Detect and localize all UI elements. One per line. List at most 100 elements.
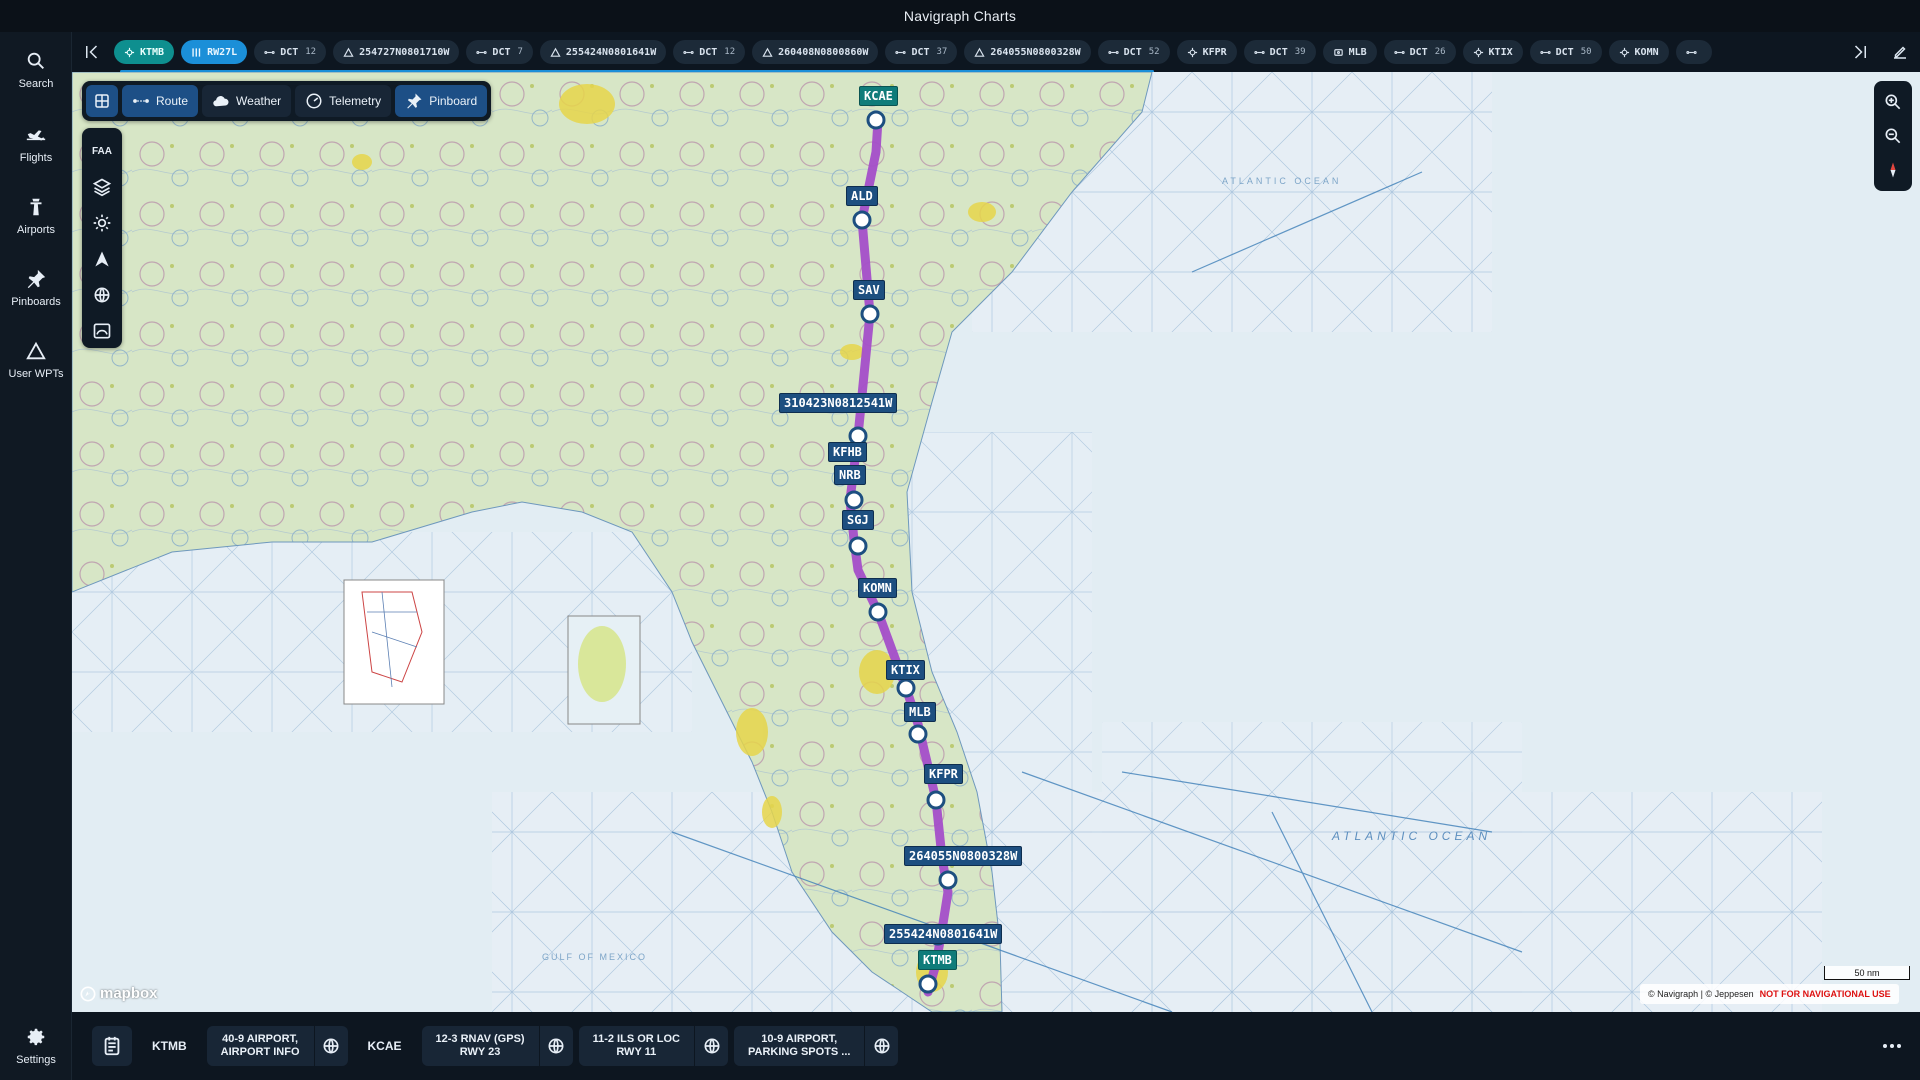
- map-layer-tools: FAA: [82, 128, 122, 348]
- north-up-button[interactable]: [86, 242, 118, 276]
- rail-label: Pinboards: [11, 296, 61, 308]
- waypoint-label[interactable]: KCAE: [859, 86, 898, 106]
- route-chip-distance: 37: [936, 47, 948, 57]
- rail-settings[interactable]: Settings: [0, 1016, 72, 1076]
- pinboard-button[interactable]: Pinboard: [395, 85, 488, 117]
- zoom-out-button[interactable]: [1878, 121, 1908, 151]
- route-button-label: Route: [156, 94, 189, 108]
- route-start-button[interactable]: [72, 32, 112, 72]
- waypoint-label[interactable]: KOMN: [858, 578, 897, 598]
- nav-warning: NOT FOR NAVIGATIONAL USE: [1759, 989, 1891, 999]
- rail-user-wpts[interactable]: User WPTs: [0, 330, 72, 390]
- route-strip: KTMB RW27L DCT 12 254727N0801710W DCT 7 255424N…: [72, 32, 1920, 73]
- waypoint-label[interactable]: KFPR: [924, 764, 963, 784]
- airport-icon: [1619, 47, 1630, 58]
- chart-tab[interactable]: 12-3 RNAV (GPS) RWY 23: [421, 1026, 573, 1066]
- route-chip-distance: 39: [1294, 47, 1306, 57]
- pinboard-button-label: Pinboard: [429, 94, 478, 108]
- route-chip[interactable]: 255424N0801641W: [539, 40, 667, 64]
- settings-label: Settings: [16, 1054, 56, 1066]
- gauge-icon: [306, 93, 322, 109]
- compass-button[interactable]: [1878, 155, 1908, 185]
- route-chip-distance: 52: [1148, 47, 1160, 57]
- chart-tab-map-toggle[interactable]: [694, 1026, 728, 1066]
- airport-icon: [1473, 47, 1484, 58]
- route-chip[interactable]: DCT 39: [1243, 40, 1316, 64]
- mapbox-label: mapbox: [100, 985, 158, 1002]
- rail-search[interactable]: Search: [0, 40, 72, 100]
- more-options-button[interactable]: [1880, 1036, 1904, 1056]
- route-chip[interactable]: DCT 12: [673, 40, 746, 64]
- route-chip[interactable]: KTIX: [1462, 40, 1523, 64]
- route-chip[interactable]: KOMN: [1608, 40, 1669, 64]
- route-chip[interactable]: 254727N0801710W: [333, 40, 460, 64]
- route-chip[interactable]: DCT 26: [1383, 40, 1456, 64]
- weather-button[interactable]: Weather: [202, 85, 292, 117]
- waypoint-label[interactable]: 255424N0801641W: [884, 924, 1003, 944]
- route-chip[interactable]: 264055N0800328W: [964, 40, 1091, 64]
- route-chip[interactable]: DCT 37: [885, 40, 958, 64]
- route-chip[interactable]: KFPR: [1176, 40, 1237, 64]
- route-chip[interactable]: KTMB: [114, 40, 175, 64]
- terrain-button[interactable]: [86, 314, 118, 348]
- chart-tab-map-toggle[interactable]: [538, 1026, 573, 1066]
- pin-icon: [27, 269, 46, 289]
- waypoint-label[interactable]: NRB: [834, 465, 866, 485]
- rail-pinboards[interactable]: Pinboards: [0, 258, 72, 318]
- route-chip[interactable]: RW27L: [181, 40, 248, 64]
- telemetry-button-label: Telemetry: [329, 94, 382, 108]
- route-chip[interactable]: MLB: [1322, 40, 1377, 64]
- brightness-button[interactable]: [86, 206, 118, 240]
- chart-tab[interactable]: 11-2 ILS OR LOC RWY 11: [578, 1026, 728, 1066]
- waypoint-label[interactable]: 264055N0800328W: [904, 846, 1023, 866]
- route-chip[interactable]: DCT 12: [254, 40, 327, 64]
- chart-map[interactable]: ATLANTIC OCEAN ATLANTIC OCEAN GULF OF ME…: [72, 72, 1920, 1012]
- chart-tab-map-toggle[interactable]: [864, 1026, 898, 1066]
- arrow-up-icon: [95, 251, 109, 267]
- waypoint-label[interactable]: SAV: [853, 280, 885, 300]
- route-chip[interactable]: DCT 52: [1097, 40, 1170, 64]
- chart-tab-map-toggle[interactable]: [313, 1026, 348, 1066]
- layers-button[interactable]: [86, 170, 118, 204]
- waypoint-label[interactable]: ALD: [846, 186, 878, 206]
- globe-button[interactable]: [86, 278, 118, 312]
- origin-airport[interactable]: KTMB: [138, 1026, 201, 1066]
- route-chip-distance: 7: [517, 47, 523, 57]
- notes-button[interactable]: [92, 1026, 132, 1066]
- waypoint-label[interactable]: KTMB: [918, 950, 957, 970]
- chart-tab[interactable]: 40-9 AIRPORT, AIRPORT INFO: [206, 1026, 348, 1066]
- waypoint-label[interactable]: KTIX: [886, 660, 925, 680]
- chart-tab[interactable]: 10-9 AIRPORT, PARKING SPOTS ...: [734, 1026, 899, 1066]
- waypoint-label[interactable]: KFHB: [828, 442, 867, 462]
- waypoint-label[interactable]: MLB: [904, 702, 936, 722]
- edit-route-button[interactable]: [1880, 32, 1920, 72]
- chart-source-button[interactable]: FAA: [86, 134, 118, 168]
- route-chip[interactable]: [1675, 40, 1712, 64]
- gear-icon: [27, 1028, 45, 1046]
- map-toolbar: Route Weather Telemetry Pinboard: [82, 81, 492, 121]
- route-chip[interactable]: 260408N0800860W: [752, 40, 879, 64]
- route-chip[interactable]: DCT 50: [1529, 40, 1602, 64]
- zoom-in-button[interactable]: [1878, 87, 1908, 117]
- waypoint-label[interactable]: SGJ: [842, 510, 874, 530]
- map-overlay-icon: [874, 1038, 890, 1054]
- chart-tab-bar: KTMB 40-9 AIRPORT, AIRPORT INFO KCAE 12-…: [72, 1012, 1920, 1080]
- route-end-button[interactable]: [1840, 32, 1880, 72]
- telemetry-button[interactable]: Telemetry: [295, 85, 392, 117]
- route-chip-label: KOMN: [1634, 46, 1659, 58]
- rail-flights[interactable]: Flights: [0, 114, 72, 174]
- skip-end-icon: [1854, 45, 1866, 59]
- route-chip-label: 264055N0800328W: [990, 46, 1081, 58]
- zoom-tools: [1874, 81, 1912, 191]
- rail-airports[interactable]: Airports: [0, 186, 72, 246]
- destination-airport[interactable]: KCAE: [354, 1026, 416, 1066]
- layout-toggle-button[interactable]: [86, 85, 118, 117]
- notepad-icon: [104, 1036, 120, 1056]
- map-overlay-icon: [704, 1038, 719, 1054]
- waypoint-label[interactable]: 310423N0812541W: [779, 393, 898, 413]
- route-chip-distance: 50: [1580, 47, 1592, 57]
- rail-label: Airports: [17, 224, 55, 236]
- route-chip[interactable]: DCT 7: [466, 40, 533, 64]
- route-button[interactable]: Route: [122, 85, 199, 117]
- left-rail: Search Flights Airports Pinboards User W…: [0, 32, 72, 1080]
